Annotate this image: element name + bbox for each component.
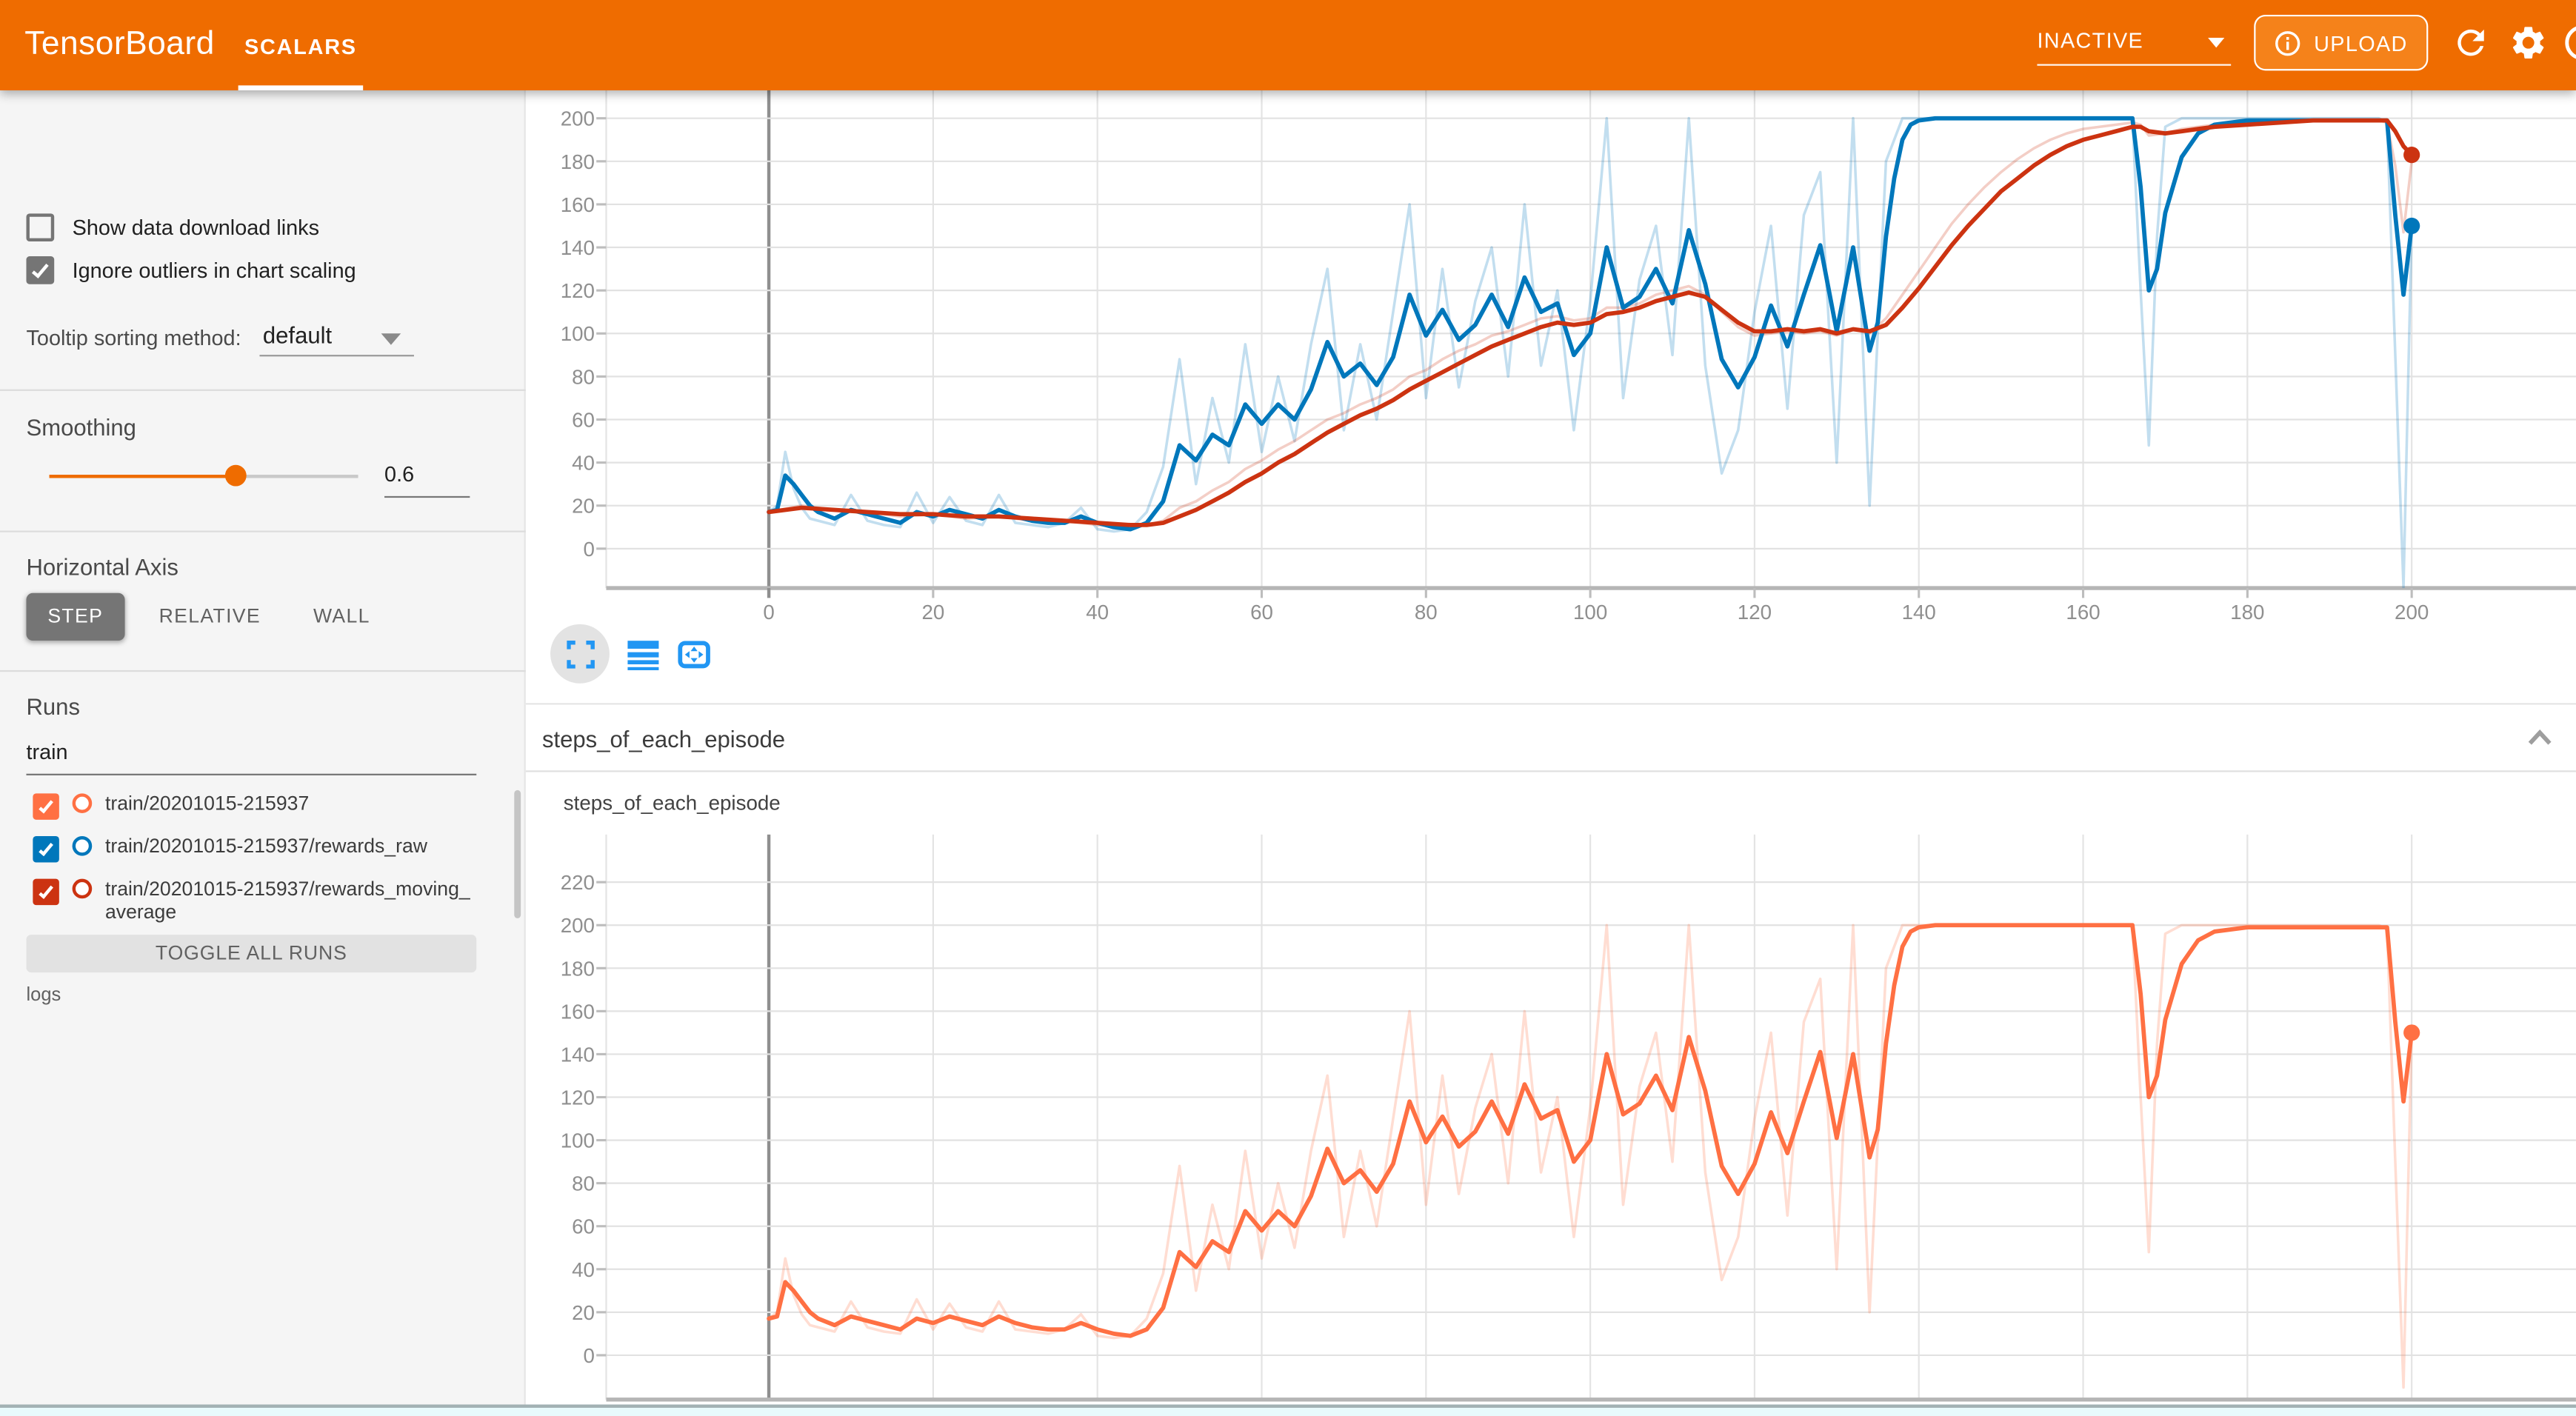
svg-text:0: 0 bbox=[584, 538, 595, 561]
ignore-outliers-checkbox[interactable]: Ignore outliers in chart scaling bbox=[26, 256, 356, 284]
run-checkbox-icon[interactable] bbox=[33, 836, 59, 862]
run-checkbox-icon[interactable] bbox=[33, 793, 59, 819]
info-icon bbox=[2275, 29, 2303, 57]
gear-icon[interactable] bbox=[2509, 23, 2548, 62]
list-icon[interactable] bbox=[624, 635, 661, 672]
chart-toolbar bbox=[550, 621, 711, 687]
svg-text:120: 120 bbox=[561, 279, 595, 302]
tooltip-sorting-label: Tooltip sorting method: bbox=[26, 325, 241, 350]
svg-text:140: 140 bbox=[1902, 601, 1936, 624]
checkbox-checked-icon bbox=[26, 256, 54, 284]
run-color-swatch-icon[interactable] bbox=[73, 836, 93, 856]
svg-text:140: 140 bbox=[561, 1043, 595, 1066]
svg-text:40: 40 bbox=[1086, 601, 1109, 624]
run-row[interactable]: train/20201015-215937/rewards_raw bbox=[33, 835, 493, 863]
run-row[interactable]: train/20201015-215937 bbox=[33, 792, 493, 820]
run-color-swatch-icon[interactable] bbox=[73, 793, 93, 813]
section-title: steps_of_each_episode bbox=[542, 726, 785, 752]
section-header-steps-of-each-episode[interactable]: steps_of_each_episode bbox=[526, 705, 2576, 772]
svg-text:120: 120 bbox=[561, 1086, 595, 1109]
runs-filter-input[interactable]: train bbox=[26, 739, 476, 764]
status-dropdown[interactable]: INACTIVE bbox=[2037, 23, 2231, 66]
app-title[interactable]: TensorBoard bbox=[24, 0, 214, 90]
tab-scalars[interactable]: SCALARS bbox=[233, 0, 368, 90]
axis-relative-button[interactable]: RELATIVE bbox=[138, 593, 282, 641]
bottom-tooltip-strip bbox=[0, 1404, 2576, 1416]
svg-text:80: 80 bbox=[572, 1172, 595, 1195]
chart-card-title: steps_of_each_episode bbox=[564, 792, 781, 815]
runs-label: Runs bbox=[26, 693, 80, 719]
axis-step-button[interactable]: STEP bbox=[26, 593, 124, 641]
svg-text:0: 0 bbox=[763, 601, 774, 624]
logs-label: logs bbox=[26, 986, 61, 1006]
svg-text:200: 200 bbox=[561, 914, 595, 937]
help-icon[interactable] bbox=[2563, 23, 2576, 62]
toggle-all-runs-button[interactable]: TOGGLE ALL RUNS bbox=[26, 935, 476, 972]
checkbox-unchecked-icon bbox=[26, 213, 54, 241]
svg-text:120: 120 bbox=[1738, 601, 1772, 624]
svg-text:20: 20 bbox=[572, 495, 595, 518]
svg-text:180: 180 bbox=[2230, 601, 2264, 624]
run-row[interactable]: train/20201015-215937/rewards_moving_ave… bbox=[33, 877, 493, 923]
svg-text:80: 80 bbox=[572, 365, 595, 388]
svg-text:0: 0 bbox=[584, 1344, 595, 1367]
tooltip-sorting-select[interactable]: default bbox=[263, 322, 332, 348]
svg-text:220: 220 bbox=[561, 871, 595, 894]
svg-text:160: 160 bbox=[561, 193, 595, 216]
svg-text:100: 100 bbox=[1573, 601, 1607, 624]
svg-text:140: 140 bbox=[561, 236, 595, 259]
sidebar-scrollbar[interactable] bbox=[514, 790, 521, 918]
svg-text:200: 200 bbox=[2395, 601, 2429, 624]
settings-sidebar: Show data download links Ignore outliers… bbox=[0, 90, 526, 1416]
status-dropdown-value: INACTIVE bbox=[2037, 23, 2231, 59]
show-download-links-checkbox[interactable]: Show data download links bbox=[26, 213, 319, 241]
svg-text:60: 60 bbox=[572, 408, 595, 431]
app-header: TensorBoard SCALARS INACTIVE UPLOAD bbox=[0, 0, 2576, 90]
svg-text:160: 160 bbox=[561, 1000, 595, 1023]
svg-text:40: 40 bbox=[572, 452, 595, 475]
svg-text:20: 20 bbox=[572, 1301, 595, 1324]
chevron-up-icon[interactable] bbox=[2526, 729, 2552, 746]
horizontal-axis-button-group: STEP RELATIVE WALL bbox=[26, 593, 391, 641]
svg-text:40: 40 bbox=[572, 1258, 595, 1281]
svg-text:180: 180 bbox=[561, 957, 595, 980]
scalars-dashboard: 0204060801001201401601802000204060801001… bbox=[526, 90, 2576, 1416]
svg-text:160: 160 bbox=[2066, 601, 2100, 624]
chevron-down-icon bbox=[2208, 38, 2224, 47]
smoothing-label: Smoothing bbox=[26, 414, 136, 440]
chevron-down-icon[interactable] bbox=[381, 333, 401, 345]
run-color-swatch-icon[interactable] bbox=[73, 879, 93, 899]
tensorboard-app: TensorBoard SCALARS INACTIVE UPLOAD bbox=[0, 0, 2576, 1416]
upload-button-label: UPLOAD bbox=[2314, 30, 2408, 55]
upload-button[interactable]: UPLOAD bbox=[2254, 15, 2428, 70]
horizontal-axis-label: Horizontal Axis bbox=[26, 553, 178, 579]
svg-text:80: 80 bbox=[1415, 601, 1438, 624]
refresh-icon[interactable] bbox=[2451, 23, 2490, 62]
svg-text:60: 60 bbox=[572, 1215, 595, 1238]
axis-wall-button[interactable]: WALL bbox=[292, 593, 392, 641]
fit-data-icon[interactable] bbox=[675, 635, 712, 672]
expand-icon[interactable] bbox=[550, 624, 610, 684]
svg-text:200: 200 bbox=[561, 107, 595, 130]
slider-knob[interactable] bbox=[224, 465, 246, 487]
smoothing-slider[interactable] bbox=[50, 467, 358, 487]
smoothing-value-input[interactable]: 0.6 bbox=[384, 461, 470, 486]
svg-text:100: 100 bbox=[561, 1129, 595, 1152]
svg-text:60: 60 bbox=[1250, 601, 1273, 624]
rewards-chart[interactable]: 0 20 40 60 80 100 120 140 160 180 200 0 20 40 60 80 100 1… bbox=[526, 90, 2576, 641]
svg-text:20: 20 bbox=[921, 601, 944, 624]
svg-text:100: 100 bbox=[561, 322, 595, 345]
svg-text:180: 180 bbox=[561, 150, 595, 173]
run-checkbox-icon[interactable] bbox=[33, 879, 59, 905]
steps-of-each-episode-chart[interactable]: 0 20 40 60 80 100 120 140 160 180 200 220 bbox=[526, 835, 2576, 1406]
